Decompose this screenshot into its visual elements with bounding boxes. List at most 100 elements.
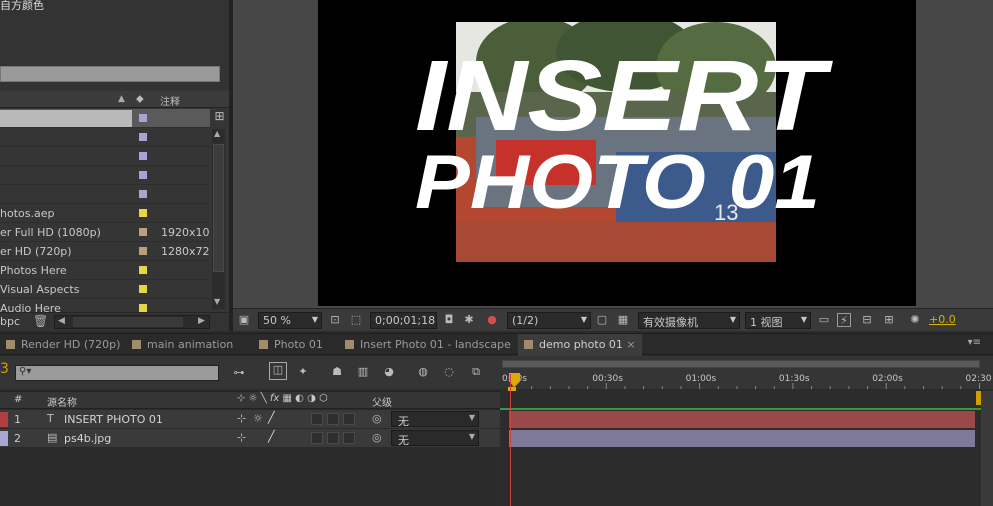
timecode-fragment[interactable]: 3 bbox=[0, 361, 9, 377]
motion-blur-icon[interactable]: ◕ bbox=[382, 365, 396, 379]
label-color-swatch[interactable] bbox=[139, 304, 147, 312]
hide-shy-layers-icon[interactable]: ☗ bbox=[330, 365, 344, 379]
project-search-input[interactable] bbox=[0, 66, 220, 82]
live-update-icon[interactable]: ◫ bbox=[269, 362, 287, 380]
project-item[interactable]: er HD (720p) 1280x720 bbox=[0, 242, 210, 261]
timeline-search-input[interactable]: ⚲▾ bbox=[15, 365, 219, 381]
current-time-display[interactable]: 0;00;01;18 bbox=[370, 312, 437, 329]
comment-column-header[interactable]: 注释 bbox=[160, 93, 180, 108]
label-color-swatch[interactable] bbox=[139, 266, 147, 274]
label-color-swatch[interactable] bbox=[139, 228, 147, 236]
quality-switch-icon[interactable]: ╱ bbox=[268, 430, 275, 443]
current-time-indicator[interactable] bbox=[510, 374, 511, 506]
layer-duration-bar[interactable] bbox=[509, 430, 975, 447]
timeline-track-area[interactable] bbox=[500, 387, 993, 506]
quality-switch-icon[interactable]: ╱ bbox=[268, 411, 275, 424]
timeline-tab[interactable]: demo photo 01 × bbox=[518, 334, 642, 356]
project-item[interactable]: Visual Aspects bbox=[0, 280, 210, 299]
timeline-tab[interactable]: Insert Photo 01 - landscape bbox=[339, 334, 517, 356]
frame-blending-icon[interactable]: ▥ bbox=[356, 365, 370, 379]
timeline-tab[interactable]: Render HD (720p) bbox=[0, 334, 126, 356]
label-color-swatch[interactable] bbox=[139, 152, 147, 160]
label-tag-icon[interactable]: ⬥ bbox=[136, 92, 144, 106]
timeline-tab[interactable]: main animation bbox=[126, 334, 239, 356]
label-color-swatch[interactable] bbox=[139, 171, 147, 179]
comp-flowchart-icon[interactable]: ⊞ bbox=[882, 313, 896, 327]
region-of-interest-icon[interactable]: ⬚ bbox=[349, 313, 363, 327]
snapshot-camera-icon[interactable]: ◘ bbox=[442, 313, 456, 327]
effect-switch[interactable] bbox=[311, 413, 323, 425]
transparency-grid-icon[interactable]: ▦ bbox=[616, 313, 630, 327]
panel-menu-icon[interactable]: ▾≡ bbox=[968, 337, 981, 348]
safe-margins-icon[interactable]: ⊡ bbox=[328, 313, 342, 327]
graph-editor-icon[interactable]: ⧉ bbox=[469, 365, 483, 379]
label-color-swatch[interactable] bbox=[139, 190, 147, 198]
time-ruler[interactable]: 0:00s00:30s01:00s01:30s02:00s02:30 bbox=[500, 356, 993, 389]
toggle-pixel-aspect-icon[interactable]: ▭ bbox=[817, 313, 831, 327]
effect-switch[interactable] bbox=[311, 432, 323, 444]
adjustment-switch[interactable] bbox=[343, 432, 355, 444]
always-preview-icon[interactable]: ▣ bbox=[237, 313, 251, 327]
project-item[interactable]: hotos.aep bbox=[0, 204, 210, 223]
timeline-icon[interactable]: ⊟ bbox=[860, 313, 874, 327]
hide-snapshot-icon[interactable]: ✱ bbox=[462, 313, 476, 327]
parent-select[interactable]: 无 bbox=[391, 411, 479, 428]
label-color-swatch[interactable] bbox=[139, 247, 147, 255]
exposure-icon[interactable]: ✺ bbox=[908, 313, 922, 327]
motion-blur-switch[interactable] bbox=[327, 432, 339, 444]
resolution-select[interactable]: (1/2) ▼ bbox=[507, 312, 591, 329]
project-item[interactable] bbox=[0, 166, 210, 185]
fast-preview-icon[interactable]: ▢ bbox=[595, 313, 609, 327]
timeline-layer-row[interactable]: 1 T INSERT PHOTO 01 ⊹ ☼ ╱ ◎ 无 bbox=[0, 410, 500, 429]
label-color-swatch[interactable] bbox=[139, 114, 147, 122]
layer-name[interactable]: INSERT PHOTO 01 bbox=[64, 413, 163, 426]
track-scrollbar[interactable] bbox=[981, 391, 993, 506]
trash-icon[interactable]: 🗑 bbox=[33, 314, 48, 328]
layer-label-color[interactable] bbox=[0, 412, 8, 427]
bit-depth-label[interactable]: bpc bbox=[0, 315, 20, 328]
layer-name[interactable]: ps4b.jpg bbox=[64, 432, 111, 445]
title-text-overlay[interactable]: INSERT PHOTO 01 bbox=[400, 30, 840, 220]
project-item[interactable] bbox=[0, 147, 210, 166]
rgb-channels-icon[interactable]: ● bbox=[485, 313, 499, 327]
project-item[interactable]: er Full HD (1080p) 1920x1080 bbox=[0, 223, 210, 242]
zoom-select[interactable]: 50 % ▼ bbox=[258, 312, 322, 329]
horizontal-scrollbar[interactable]: ◀ ▶ bbox=[54, 315, 210, 329]
auto-keyframe-icon[interactable]: ◌ bbox=[442, 365, 456, 379]
brainstorm-icon[interactable]: ◍ bbox=[416, 365, 430, 379]
comp-mini-flowchart-icon[interactable]: ⊶ bbox=[232, 366, 246, 380]
scroll-right-icon[interactable]: ▶ bbox=[198, 316, 205, 326]
timeline-tab[interactable]: Photo 01 bbox=[253, 334, 329, 356]
adjustment-switch[interactable] bbox=[343, 413, 355, 425]
pick-whip-icon[interactable]: ◎ bbox=[372, 431, 382, 444]
scroll-thumb[interactable] bbox=[213, 144, 224, 272]
project-item[interactable] bbox=[0, 185, 210, 204]
scroll-up-icon[interactable]: ▲ bbox=[214, 129, 223, 138]
draft-3d-icon[interactable]: ✦ bbox=[296, 365, 310, 379]
project-item[interactable]: Photos Here bbox=[0, 261, 210, 280]
source-name-column-header[interactable]: 源名称 bbox=[47, 394, 77, 409]
layer-label-color[interactable] bbox=[0, 431, 8, 446]
parent-select[interactable]: 无 bbox=[391, 430, 479, 447]
project-item[interactable] bbox=[0, 128, 210, 147]
close-tab-icon[interactable]: × bbox=[623, 338, 635, 351]
sort-arrow-icon[interactable]: ▲ bbox=[118, 94, 125, 104]
fast-draft-icon[interactable]: ⚡ bbox=[837, 313, 851, 327]
exposure-value[interactable]: +0.0 bbox=[929, 313, 956, 326]
shy-switch-icon[interactable]: ⊹ bbox=[237, 431, 246, 444]
shy-switch-icon[interactable]: ⊹ bbox=[237, 412, 246, 425]
hscroll-thumb[interactable] bbox=[73, 317, 183, 327]
label-color-swatch[interactable] bbox=[139, 209, 147, 217]
layer-duration-bar[interactable] bbox=[509, 411, 975, 428]
switches-column-header[interactable]: ⊹ ☼ ╲ fx ▦ ◐ ◑ ⬡ bbox=[237, 393, 328, 404]
camera-select[interactable]: 有效摄像机 ▼ bbox=[638, 312, 740, 329]
project-scrollbar[interactable]: ▲ ▼ bbox=[212, 129, 225, 309]
views-select[interactable]: 1 视图 ▼ bbox=[745, 312, 811, 329]
motion-blur-switch[interactable] bbox=[327, 413, 339, 425]
flowchart-icon[interactable]: ⊞ bbox=[210, 109, 229, 127]
label-color-swatch[interactable] bbox=[139, 285, 147, 293]
scroll-left-icon[interactable]: ◀ bbox=[58, 316, 65, 326]
pick-whip-icon[interactable]: ◎ bbox=[372, 412, 382, 425]
project-item[interactable] bbox=[0, 109, 210, 128]
collapse-switch-icon[interactable]: ☼ bbox=[253, 412, 263, 425]
